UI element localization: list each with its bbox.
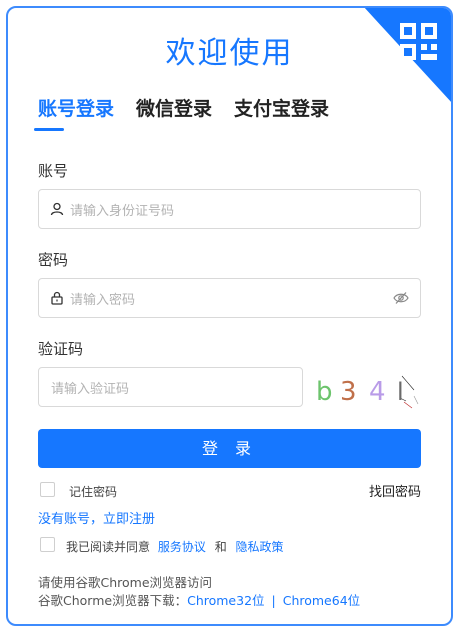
download-prefix: 谷歌Chorme浏览器下载： <box>38 593 188 608</box>
account-input[interactable]: 请输入身份证号码 <box>38 189 421 229</box>
captcha-char-3: 4 <box>369 377 386 407</box>
captcha-image[interactable]: b 3 4 l <box>314 368 420 410</box>
account-placeholder: 请输入身份证号码 <box>70 203 175 219</box>
tab-alipay-login[interactable]: 支付宝登录 <box>234 94 329 121</box>
captcha-placeholder: 请输入验证码 <box>51 381 130 397</box>
captcha-char-2: 3 <box>340 377 357 407</box>
service-agreement-link[interactable]: 服务协议 <box>158 540 206 554</box>
lock-icon <box>51 291 63 305</box>
tab-wechat-login[interactable]: 微信登录 <box>136 94 212 121</box>
remember-checkbox[interactable] <box>40 482 55 497</box>
captcha-input[interactable]: 请输入验证码 <box>38 367 303 407</box>
register-link[interactable]: 没有账号，立即注册 <box>38 508 155 527</box>
chrome32-link[interactable]: Chrome32位 <box>187 593 264 608</box>
forgot-password-link[interactable]: 找回密码 <box>369 481 421 500</box>
login-tabs: 账号登录 微信登录 支付宝登录 <box>38 94 351 121</box>
link-separator: | <box>271 593 276 608</box>
captcha-label: 验证码 <box>38 340 84 358</box>
user-icon <box>50 202 64 216</box>
captcha-char-1: b <box>316 377 333 407</box>
active-tab-indicator <box>34 128 64 131</box>
agree-and: 和 <box>214 540 227 554</box>
browser-notice: 请使用谷歌Chrome浏览器访问 <box>38 575 213 590</box>
browser-download-line: 谷歌Chorme浏览器下载：Chrome32位 | Chrome64位 <box>38 590 360 609</box>
account-label: 账号 <box>38 162 69 180</box>
password-input[interactable]: 请输入密码 <box>38 278 421 318</box>
tab-account-login[interactable]: 账号登录 <box>38 94 114 121</box>
remember-label: 记住密码 <box>69 485 118 499</box>
chrome64-link[interactable]: Chrome64位 <box>283 593 360 608</box>
login-card: 欢迎使用 账号登录 微信登录 支付宝登录 账号 请输入身份证号码 密码 请输入密… <box>6 6 453 626</box>
page-title: 欢迎使用 <box>165 36 294 71</box>
password-placeholder: 请输入密码 <box>70 292 136 308</box>
eye-hidden-icon[interactable] <box>393 291 409 305</box>
login-button[interactable]: 登 录 <box>38 429 421 468</box>
captcha-char-4: l <box>397 378 404 406</box>
privacy-policy-link[interactable]: 隐私政策 <box>236 540 284 554</box>
agree-prefix: 我已阅读并同意 <box>66 540 151 554</box>
agree-checkbox[interactable] <box>40 537 55 552</box>
agreement-line: 我已阅读并同意 服务协议 和 隐私政策 <box>66 538 284 555</box>
password-label: 密码 <box>38 251 69 269</box>
